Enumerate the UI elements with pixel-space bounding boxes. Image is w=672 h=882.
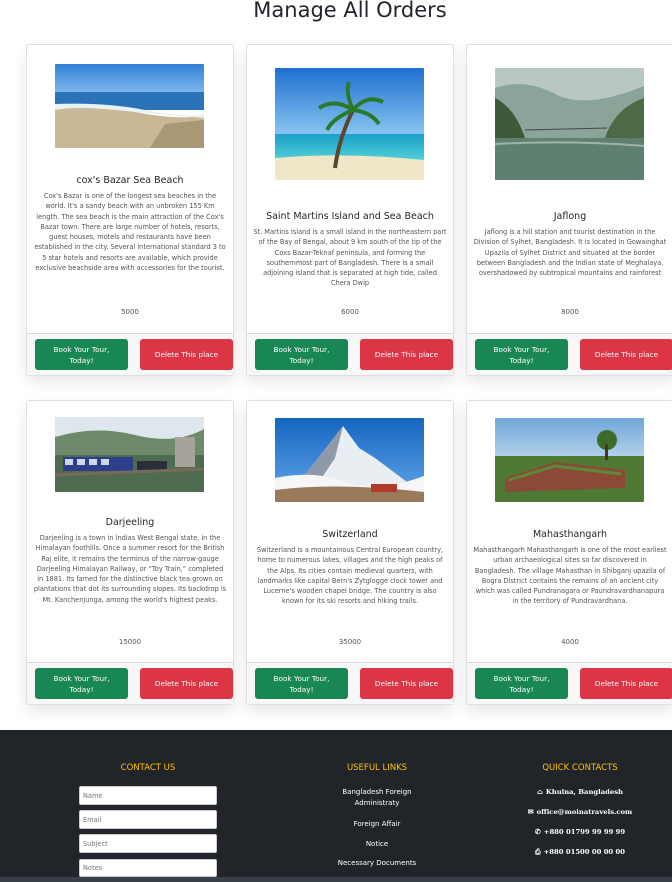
card-title: Saint Martins Island and Sea Beach	[266, 211, 434, 222]
book-tour-button[interactable]: Book Your Tour, Today!	[475, 339, 568, 370]
address-line: ⌂ Khulna, Bangladesh	[505, 787, 655, 796]
card-footer: Book Your Tour, Today! Delete This place	[247, 662, 453, 704]
delete-place-button[interactable]: Delete This place	[360, 339, 453, 370]
notes-field[interactable]	[79, 859, 217, 877]
phone-icon: ✆	[534, 827, 541, 836]
card-footer: Book Your Tour, Today! Delete This place	[27, 662, 233, 704]
contact-heading: CONTACT US	[120, 763, 176, 773]
home-icon: ⌂	[537, 787, 543, 796]
delete-place-button[interactable]: Delete This place	[580, 339, 672, 370]
matterhorn-image	[275, 418, 424, 502]
card-price: 15000	[118, 638, 142, 646]
book-tour-button[interactable]: Book Your Tour, Today!	[35, 339, 128, 370]
card-title: Darjeeling	[105, 517, 155, 528]
email-line: ✉ office@moinatravels.com	[505, 807, 655, 816]
island-palm-image	[275, 68, 424, 180]
book-tour-button[interactable]: Book Your Tour, Today!	[35, 668, 128, 699]
card-title: cox's Bazar Sea Beach	[76, 175, 184, 186]
link-necessary-documents[interactable]: Necessary Documents	[318, 858, 436, 869]
delete-place-button[interactable]: Delete This place	[580, 668, 672, 699]
card-title: Switzerland	[322, 529, 378, 540]
delete-place-button[interactable]: Delete This place	[140, 668, 233, 699]
toy-train-image	[55, 417, 204, 492]
card-description: Jaflong is a hill station and tourist de…	[473, 228, 667, 278]
card-price: 5000	[121, 308, 139, 316]
page-title: Manage All Orders	[253, 0, 447, 22]
card-description: Mahasthangarh Mahasthangarh is one of th…	[473, 546, 667, 606]
book-tour-button[interactable]: Book Your Tour, Today!	[475, 668, 568, 699]
card-footer: Book Your Tour, Today! Delete This place	[467, 333, 672, 375]
link-notice[interactable]: Notice	[318, 839, 436, 850]
card-price: 35000	[338, 638, 362, 646]
email-field[interactable]	[79, 810, 217, 829]
footer-bottom-strip	[0, 877, 672, 882]
tour-card: cox's Bazar Sea Beach Cox's Bazar is one…	[26, 44, 234, 376]
card-title: Jaflong	[553, 211, 587, 222]
tour-card: Mahasthangarh Mahasthangarh Mahasthangar…	[466, 400, 672, 705]
card-title: Mahasthangarh	[532, 529, 607, 540]
tour-card: Darjeeling Darjeeling is a town in India…	[26, 400, 234, 705]
card-description: St. Martins Island is a small island in …	[253, 228, 447, 288]
delete-place-button[interactable]: Delete This place	[140, 339, 233, 370]
address-text: Khulna, Bangladesh	[545, 788, 623, 796]
book-tour-button[interactable]: Book Your Tour, Today!	[255, 668, 348, 699]
card-footer: Book Your Tour, Today! Delete This place	[247, 333, 453, 375]
phone-line: ✆ +880 01799 99 99 99	[505, 827, 655, 836]
delete-place-button[interactable]: Delete This place	[360, 668, 453, 699]
site-footer: CONTACT US USEFUL LINKS Bangladesh Forei…	[0, 730, 672, 882]
card-price: 8000	[561, 308, 579, 316]
card-description: Darjeeling is a town in Indias West Beng…	[33, 534, 227, 604]
printer-icon: ⎙	[535, 847, 541, 856]
tour-card: Saint Martins Island and Sea Beach St. M…	[246, 44, 454, 376]
quick-contacts-heading: QUICK CONTACTS	[542, 763, 618, 773]
card-footer: Book Your Tour, Today! Delete This place	[27, 333, 233, 375]
river-hills-image	[495, 68, 644, 180]
card-description: Switzerland is a mountainous Central Eur…	[256, 546, 444, 606]
card-description: Cox's Bazar is one of the longest sea be…	[34, 192, 226, 273]
fax-line: ⎙ +880 01500 00 00 00	[505, 847, 655, 857]
card-price: 6000	[341, 308, 359, 316]
book-tour-button[interactable]: Book Your Tour, Today!	[255, 339, 348, 370]
beach-image	[55, 64, 204, 148]
card-price: 4000	[561, 638, 579, 646]
phone-text: +880 01799 99 99 99	[543, 828, 626, 836]
email-text: office@moinatravels.com	[536, 808, 633, 816]
link-foreign-administraty[interactable]: Bangladesh Foreign Administraty	[331, 787, 423, 808]
fax-text: +880 01500 00 00 00	[543, 848, 625, 856]
link-foreign-affair[interactable]: Foreign Affair	[318, 819, 436, 830]
ruins-field-image	[495, 418, 644, 502]
useful-links-heading: USEFUL LINKS	[346, 763, 408, 773]
tour-card: Switzerland Switzerland is a mountainous…	[246, 400, 454, 705]
card-footer: Book Your Tour, Today! Delete This place	[467, 662, 672, 704]
subject-field[interactable]	[79, 834, 217, 853]
tour-card: Jaflong Jaflong is a hill station and to…	[466, 44, 672, 376]
name-field[interactable]	[79, 786, 217, 805]
envelope-icon: ✉	[527, 807, 534, 816]
